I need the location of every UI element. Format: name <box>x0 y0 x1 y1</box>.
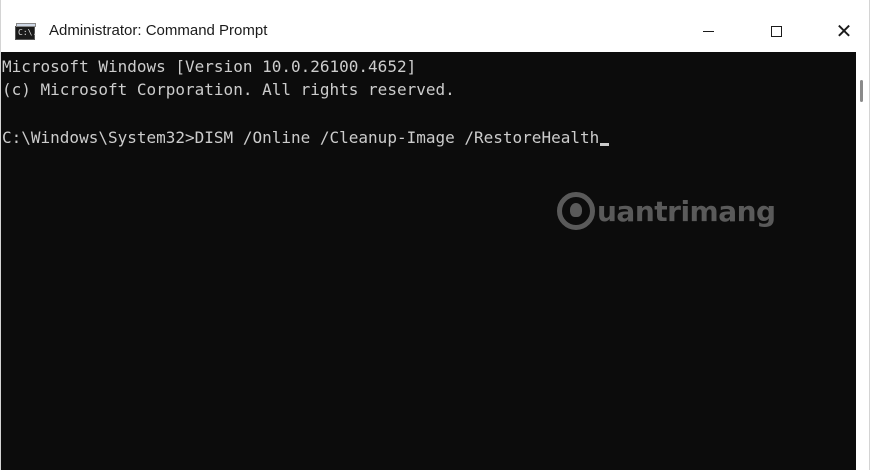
close-icon: ✕ <box>835 19 853 43</box>
app-icon-bar <box>16 23 36 27</box>
console-line-version: Microsoft Windows [Version 10.0.26100.46… <box>2 57 417 76</box>
app-icon-text: C:\. <box>18 28 38 37</box>
console-output-area[interactable]: Microsoft Windows [Version 10.0.26100.46… <box>1 52 856 470</box>
text-cursor <box>600 143 610 146</box>
scrollbar-thumb[interactable] <box>860 80 863 102</box>
maximize-icon <box>770 25 782 37</box>
window-title: Administrator: Command Prompt <box>49 22 268 39</box>
vertical-scrollbar[interactable] <box>856 52 869 470</box>
title-bar[interactable]: C:\. Administrator: Command Prompt ✕ <box>1 0 869 52</box>
watermark-logo: uantrimang <box>557 192 776 230</box>
bulb-shape <box>570 203 582 217</box>
command-prompt-window: C:\. Administrator: Command Prompt ✕ Mic… <box>0 0 870 470</box>
console-line-command: C:\Windows\System32>DISM /Online /Cleanu… <box>2 128 610 148</box>
minimize-button[interactable] <box>685 14 731 48</box>
minimize-icon <box>702 30 714 32</box>
command-prompt-app-icon[interactable]: C:\. <box>15 23 38 40</box>
command-text: C:\Windows\System32>DISM /Online /Cleanu… <box>2 128 600 147</box>
watermark-text: uantrimang <box>597 194 776 228</box>
close-button[interactable]: ✕ <box>821 14 867 48</box>
lightbulb-icon <box>557 192 595 230</box>
maximize-button[interactable] <box>753 14 799 48</box>
console-line-copyright: (c) Microsoft Corporation. All rights re… <box>2 80 455 99</box>
